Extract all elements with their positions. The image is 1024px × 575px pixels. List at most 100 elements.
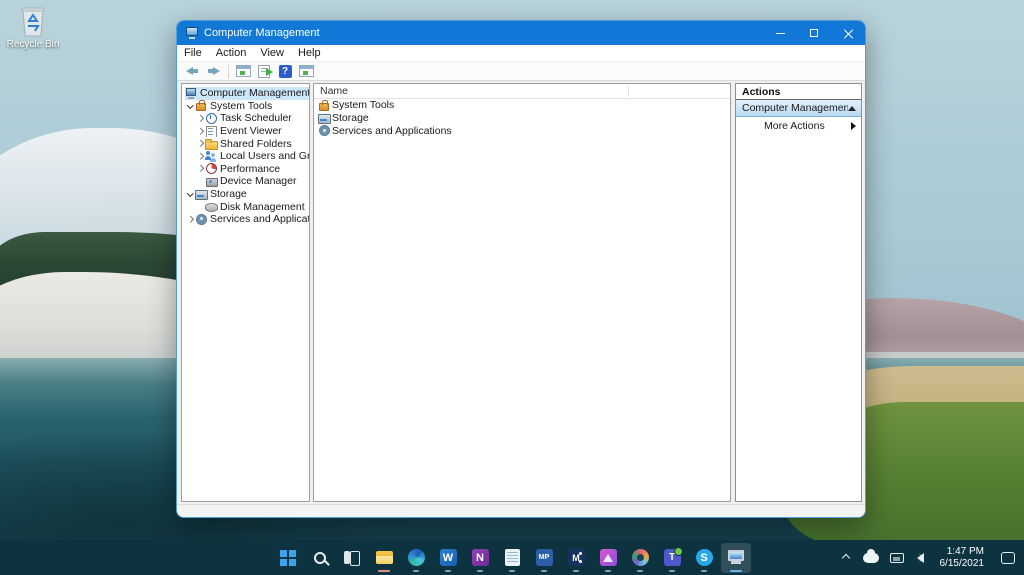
notifications-button[interactable]	[994, 543, 1018, 573]
tree-item-system-tools[interactable]: System Tools	[182, 100, 309, 113]
services-icon	[195, 213, 207, 225]
running-indicator	[573, 569, 579, 572]
tree-item-label: Computer Management (Local)	[200, 87, 309, 100]
menu-action[interactable]: Action	[209, 46, 254, 60]
paint-3d-button[interactable]	[625, 543, 655, 573]
media-player-button[interactable]: MP	[529, 543, 559, 573]
help-button[interactable]: ?	[275, 63, 295, 80]
actions-pane: Actions Computer Management (Loc... More…	[735, 83, 862, 502]
minimize-button[interactable]	[763, 21, 797, 45]
back-button[interactable]	[182, 63, 202, 80]
toolbar: ?	[177, 62, 865, 81]
actions-group-label: Computer Management (Loc...	[742, 102, 848, 114]
menu-file[interactable]: File	[177, 46, 209, 60]
teams-icon: T	[663, 547, 683, 566]
chevron-right-icon[interactable]	[195, 139, 205, 149]
media-player-icon: MP	[535, 549, 553, 566]
show-action-pane-button[interactable]	[296, 63, 316, 80]
tree-item-performance[interactable]: Performance	[182, 163, 309, 176]
menu-bar: File Action View Help	[177, 45, 865, 62]
menu-view[interactable]: View	[253, 46, 291, 60]
tree-item-storage[interactable]: Storage	[182, 188, 309, 201]
running-indicator	[445, 569, 451, 572]
running-indicator	[378, 569, 390, 572]
forward-button[interactable]	[203, 63, 223, 80]
hidden-icons-button[interactable]	[838, 543, 856, 573]
onedrive-tray-button[interactable]	[860, 543, 882, 573]
tree-item-label: System Tools	[210, 99, 273, 112]
chevron-right-icon[interactable]	[195, 113, 205, 123]
close-button[interactable]	[831, 21, 865, 45]
event-log-icon	[205, 125, 217, 138]
tree-item-computer-management-local[interactable]: Computer Management (Local)	[182, 87, 309, 100]
list-item-system-tools[interactable]: System Tools	[314, 99, 730, 112]
clock[interactable]: 1:47 PM 6/15/2021	[940, 546, 985, 570]
collapse-arrow-icon[interactable]	[848, 105, 856, 111]
photos-button[interactable]	[593, 543, 623, 573]
actions-computer-management-group[interactable]: Computer Management (Loc...	[736, 100, 861, 117]
export-list-icon	[258, 64, 273, 78]
skype-button[interactable]: S	[689, 543, 719, 573]
edge-button[interactable]	[401, 543, 431, 573]
file-explorer-button[interactable]	[369, 543, 399, 573]
word-button[interactable]: W	[433, 543, 463, 573]
tree-item-disk-management[interactable]: Disk Management	[182, 200, 309, 213]
start-button[interactable]	[273, 543, 303, 573]
recycle-bin-label: Recycle Bin	[6, 39, 60, 50]
volume-tray-button[interactable]	[912, 543, 932, 573]
onenote-icon: N	[471, 549, 489, 566]
tree-item-event-viewer[interactable]: Event Viewer	[182, 125, 309, 138]
m-app-button[interactable]: M	[561, 543, 591, 573]
tree-item-label: Shared Folders	[220, 137, 292, 150]
edge-icon	[407, 549, 425, 566]
tree-item-task-scheduler[interactable]: Task Scheduler	[182, 112, 309, 125]
chevron-up-icon	[842, 553, 851, 562]
teams-button[interactable]: T	[657, 543, 687, 573]
recycle-bin[interactable]: Recycle Bin	[4, 6, 62, 50]
running-indicator	[701, 569, 707, 572]
chevron-right-icon[interactable]	[185, 214, 195, 224]
computer-management-window: Computer Management File Action View Hel…	[176, 20, 866, 518]
search-button[interactable]	[305, 543, 335, 573]
status-bar	[177, 504, 865, 517]
m-app-icon: M	[567, 549, 585, 566]
folder-icon	[205, 138, 218, 150]
list-item-storage[interactable]: Storage	[314, 112, 730, 125]
action-pane-icon	[298, 65, 314, 77]
tree-item-device-manager[interactable]: Device Manager	[182, 175, 309, 188]
tree-item-label: Disk Management	[220, 200, 305, 213]
task-view-button[interactable]	[337, 543, 367, 573]
column-header-name[interactable]: Name	[314, 85, 348, 97]
tree-item-shared-folders[interactable]: Shared Folders	[182, 137, 309, 150]
export-list-button[interactable]	[254, 63, 274, 80]
minimize-icon	[775, 32, 785, 34]
titlebar[interactable]: Computer Management	[177, 21, 865, 45]
column-divider[interactable]	[628, 85, 629, 97]
running-indicator	[509, 569, 515, 572]
more-actions-label: More Actions	[764, 119, 825, 132]
onenote-button[interactable]: N	[465, 543, 495, 573]
active-indicator	[730, 569, 742, 572]
tree-item-local-users-and-groups[interactable]: Local Users and Groups	[182, 150, 309, 163]
tree-item-services-and-applications[interactable]: Services and Applications	[182, 213, 309, 226]
window-content: Computer Management (Local) System Tools…	[177, 81, 865, 504]
chevron-right-icon[interactable]	[195, 164, 205, 174]
chevron-right-icon[interactable]	[195, 126, 205, 136]
running-indicator	[413, 569, 419, 572]
chevron-right-icon[interactable]	[195, 151, 205, 161]
more-actions-item[interactable]: More Actions	[736, 117, 861, 134]
services-icon	[318, 125, 330, 137]
menu-help[interactable]: Help	[291, 46, 328, 60]
chevron-down-icon[interactable]	[185, 101, 195, 111]
computer-management-taskbar-button[interactable]	[721, 542, 751, 573]
show-console-tree-button[interactable]	[233, 63, 253, 80]
list-item-services-and-applications[interactable]: Services and Applications	[314, 125, 730, 138]
performance-icon	[205, 163, 217, 175]
maximize-button[interactable]	[797, 21, 831, 45]
details-pane: Name System Tools Storage Services and A…	[313, 83, 731, 502]
chevron-down-icon[interactable]	[185, 189, 195, 199]
network-tray-button[interactable]	[886, 543, 908, 573]
clock-icon	[205, 112, 217, 124]
notepad-button[interactable]	[497, 543, 527, 573]
